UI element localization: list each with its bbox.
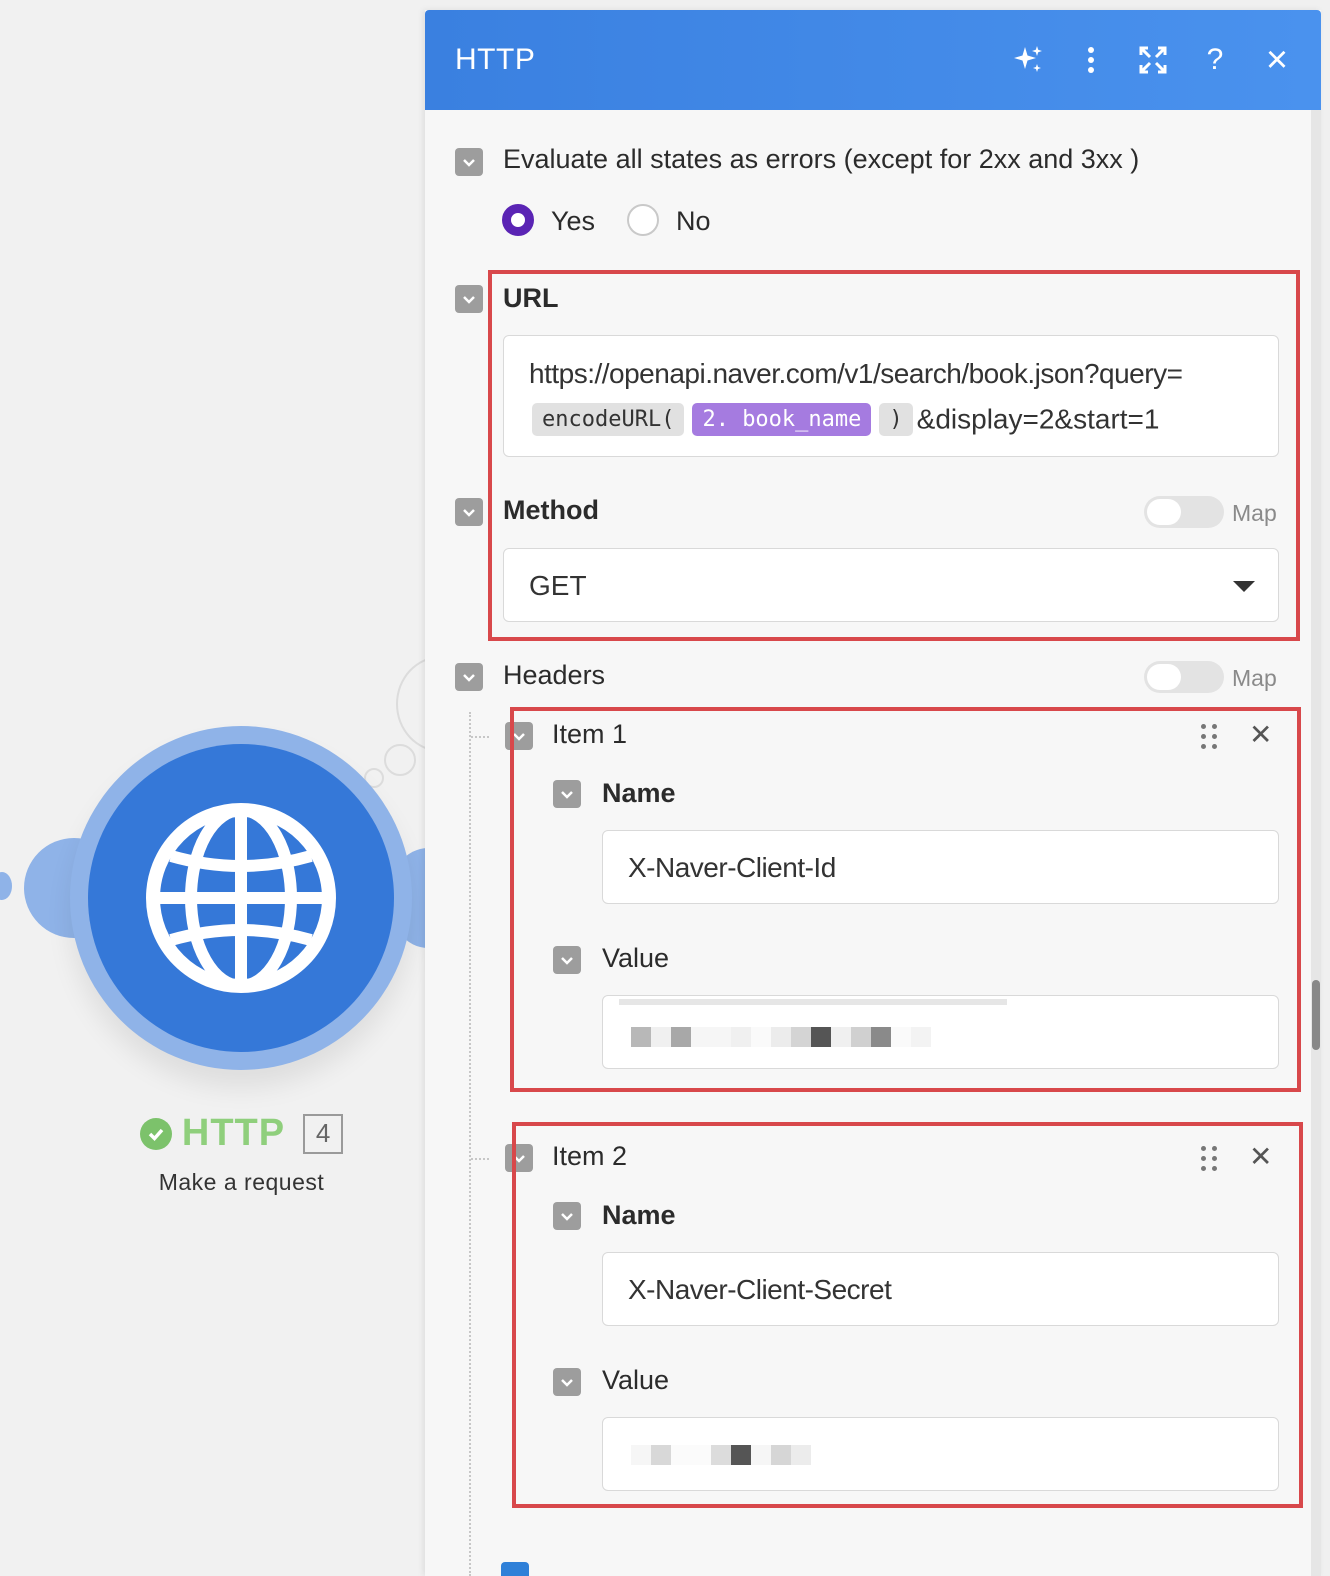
close-icon[interactable]: ×	[1261, 39, 1293, 81]
evaluate-collapse-checkbox[interactable]	[455, 148, 483, 176]
headers-tree-line	[469, 712, 471, 1576]
tree-connector	[471, 736, 489, 738]
help-icon[interactable]: ?	[1199, 43, 1231, 76]
module-label: HTTP 4 Make a request	[0, 1112, 483, 1196]
module-left-handle[interactable]	[0, 872, 12, 900]
radio-yes-label[interactable]: Yes	[551, 206, 595, 237]
headers-collapse-checkbox[interactable]	[455, 663, 483, 691]
module-number-badge: 4	[303, 1113, 344, 1154]
expand-icon[interactable]	[1137, 44, 1169, 76]
tree-connector	[471, 1158, 489, 1160]
url-method-highlight	[488, 270, 1300, 641]
http-module[interactable]	[88, 744, 394, 1052]
headers-map-label: Map	[1232, 665, 1277, 691]
item-1-highlight	[510, 707, 1301, 1092]
radio-no-label[interactable]: No	[676, 206, 711, 237]
panel-title: HTTP	[455, 43, 536, 76]
scrollbar-thumb[interactable]	[1312, 980, 1320, 1050]
module-name[interactable]: HTTP	[182, 1112, 285, 1155]
globe-icon	[146, 803, 336, 993]
module-subtitle: Make a request	[158, 1169, 325, 1195]
method-collapse-checkbox[interactable]	[455, 498, 483, 526]
panel-scrollbar[interactable]	[1311, 110, 1321, 1576]
headers-label: Headers	[503, 660, 606, 690]
item-2-highlight	[512, 1122, 1303, 1508]
radio-no[interactable]	[627, 204, 659, 236]
radio-yes[interactable]	[502, 204, 534, 236]
next-section-checkbox-edge[interactable]	[501, 1562, 529, 1576]
evaluate-label: Evaluate all states as errors (except fo…	[503, 144, 1140, 174]
headers-map-toggle[interactable]	[1144, 661, 1224, 693]
panel-header: HTTP ? ×	[425, 10, 1321, 110]
sparkle-icon[interactable]	[1013, 44, 1045, 76]
check-circle-icon	[139, 1117, 172, 1150]
connector-bubble	[384, 744, 416, 776]
module-settings-panel: HTTP ? × Evaluate all states as errors (…	[425, 10, 1321, 1576]
url-collapse-checkbox[interactable]	[455, 285, 483, 313]
more-vertical-icon[interactable]	[1075, 44, 1107, 76]
scenario-canvas: HTTP 4 Make a request	[0, 0, 486, 1576]
